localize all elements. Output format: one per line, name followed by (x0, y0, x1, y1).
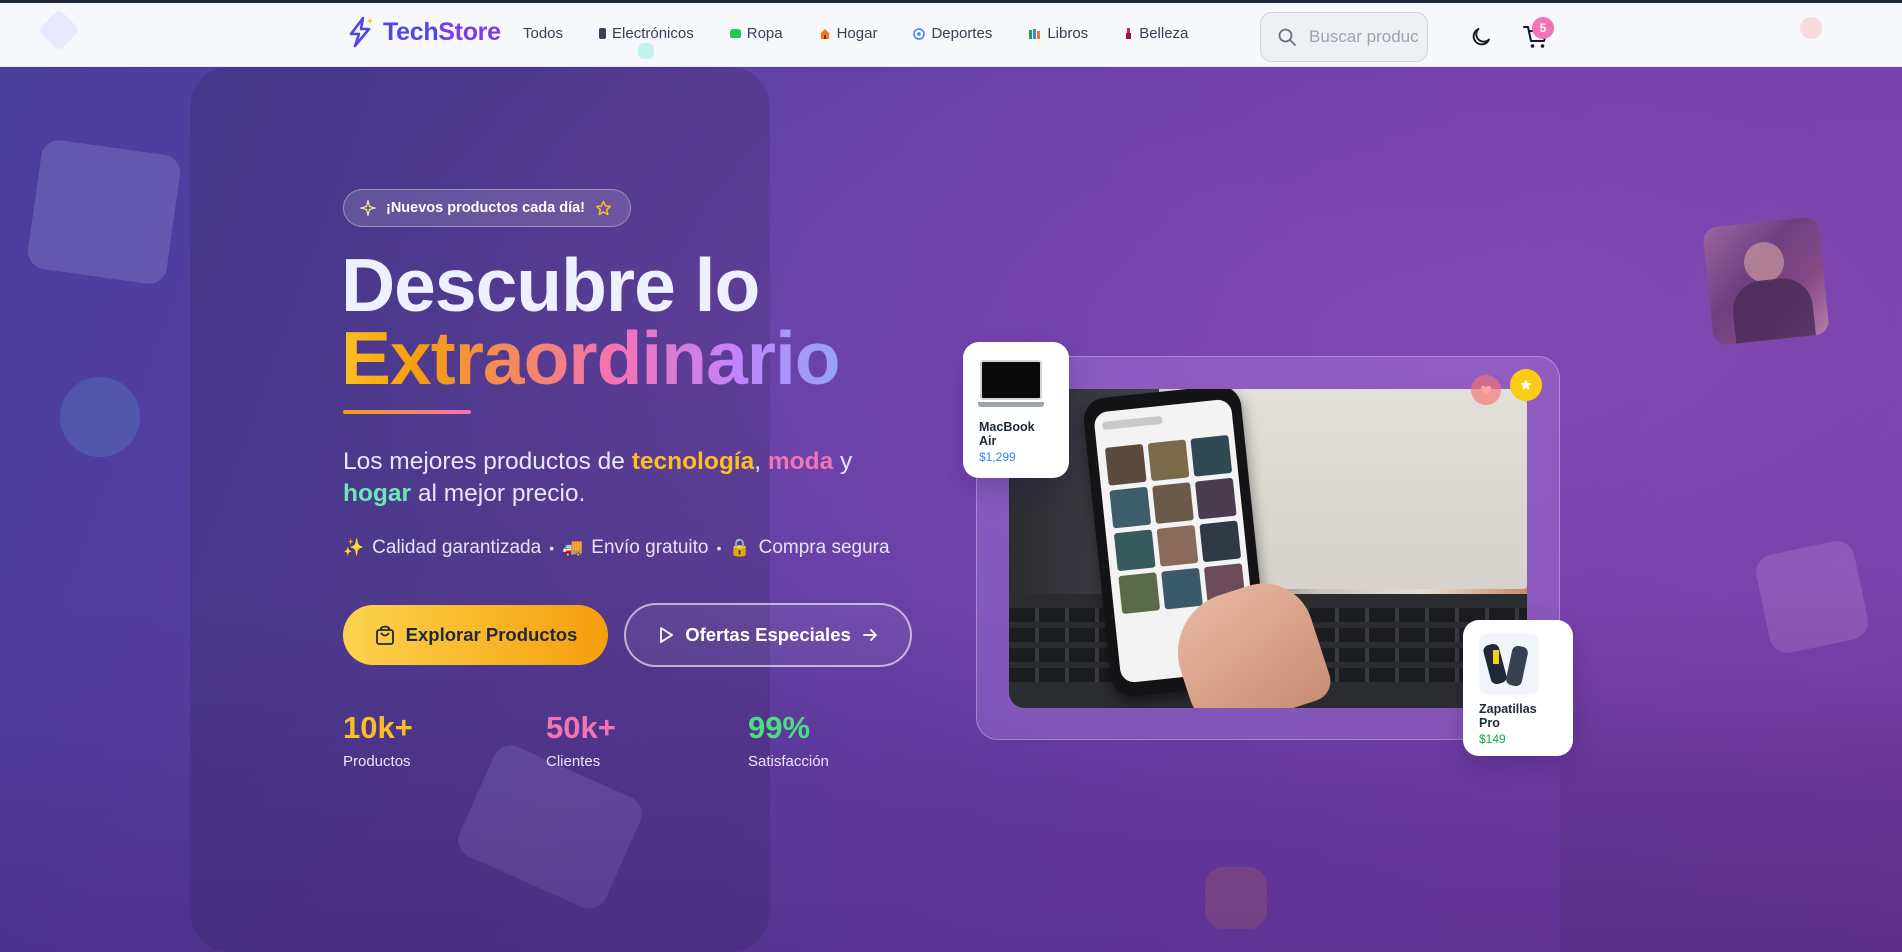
highlight-tecnologia: tecnología (631, 448, 755, 475)
star-icon (1520, 379, 1532, 390)
lightning-bolt-icon (349, 16, 373, 48)
nav-item-label: Ropa (746, 25, 783, 42)
shopping-bag-icon (375, 625, 394, 645)
search-icon (1278, 28, 1296, 46)
nav-item-deportes[interactable]: Deportes (913, 25, 992, 42)
cart-count-badge: 5 (1532, 17, 1554, 39)
moon-icon (1472, 28, 1490, 46)
delivery-truck-icon: 🚚 (562, 538, 584, 557)
star-icon (595, 200, 612, 215)
button-label: Explorar Productos (405, 624, 578, 645)
product-price: $1,299 (979, 450, 1016, 464)
lock-icon: 🔒 (729, 538, 751, 557)
highlight-hogar: hogar (343, 480, 412, 507)
heart-icon (1480, 385, 1492, 395)
top-navbar: TechStore Todos Electrónicos Ropa Hogar … (0, 0, 1902, 67)
nav-item-libros[interactable]: Libros (1028, 25, 1088, 42)
decorative-diamond (37, 8, 81, 52)
product-name: Zapatillas Pro (1479, 702, 1537, 730)
decorative-square (638, 43, 654, 59)
search-input[interactable] (1309, 27, 1419, 47)
stat-label: Productos (343, 753, 411, 770)
nav-item-hogar[interactable]: Hogar (819, 25, 878, 42)
feature-secure: Compra segura (758, 537, 890, 558)
button-label: Ofertas Especiales (685, 624, 851, 645)
photo-gallery-grid (1104, 434, 1246, 615)
shirt-icon (729, 29, 741, 38)
category-nav: Todos Electrónicos Ropa Hogar Deportes L… (523, 25, 1224, 42)
hero-headline-line1: Descubre lo (341, 243, 760, 327)
sneaker-thumbnail (1479, 634, 1539, 694)
sparkles-icon (360, 200, 376, 216)
theme-toggle-button[interactable] (1469, 25, 1493, 49)
nav-item-label: Libros (1047, 25, 1089, 42)
decorative-circle (1800, 17, 1822, 39)
books-icon (1029, 28, 1041, 39)
separator-dot: • (549, 540, 555, 556)
headline-underline (343, 410, 471, 414)
stat-value: 50k+ (546, 710, 616, 745)
hero-section (0, 67, 1902, 952)
play-icon (660, 627, 674, 643)
nav-item-label: Electrónicos (612, 25, 694, 42)
separator-dot: • (716, 540, 722, 556)
nav-item-label: Belleza (1139, 25, 1189, 42)
brand-logo[interactable]: TechStore (343, 15, 501, 49)
nav-item-label: Todos (523, 25, 564, 42)
special-offers-button[interactable]: Ofertas Especiales (624, 603, 912, 667)
stat-products: 10k+ Productos (343, 712, 413, 770)
floating-fashion-photo (1702, 216, 1830, 346)
new-products-badge: ¡Nuevos productos cada día! (343, 189, 632, 227)
stat-value: 99% (748, 710, 811, 745)
stat-clients: 50k+ Clientes (546, 712, 616, 770)
stat-label: Clientes (546, 753, 601, 770)
nav-item-ropa[interactable]: Ropa (729, 25, 783, 42)
sparkles-icon: ✨ (343, 538, 365, 557)
nav-item-todos[interactable]: Todos (523, 25, 563, 42)
product-name: MacBook Air (979, 420, 1035, 448)
hero-product-photo (1009, 389, 1527, 708)
lipstick-icon (1126, 28, 1132, 39)
hero-subtitle: Los mejores productos de tecnología, mod… (343, 448, 853, 507)
search-box (1260, 12, 1428, 62)
soccer-ball-icon (913, 27, 926, 40)
explore-products-button[interactable]: Explorar Productos (343, 605, 608, 665)
badge-text: ¡Nuevos productos cada día! (386, 200, 586, 216)
stat-label: Satisfacción (748, 753, 829, 770)
feature-shipping: Envío gratuito (591, 537, 709, 558)
brand-name: TechStore (383, 17, 501, 46)
nav-item-label: Deportes (931, 25, 993, 42)
stat-satisfaction: 99% Satisfacción (748, 712, 829, 770)
nav-item-belleza[interactable]: Belleza (1124, 25, 1188, 42)
highlight-moda: moda (767, 448, 834, 475)
product-price: $149 (1479, 732, 1506, 746)
hero-headline-line2: Extraordinario (341, 316, 841, 400)
phone-icon (599, 28, 607, 39)
laptop-thumbnail (978, 360, 1044, 412)
nav-item-label: Hogar (836, 25, 878, 42)
feature-quality: Calidad garantizada (372, 537, 542, 558)
nav-item-electronicos[interactable]: Electrónicos (599, 25, 694, 42)
arrow-right-icon (862, 629, 877, 641)
feature-list: ✨ Calidad garantizada • 🚚 Envío gratuito… (343, 537, 890, 559)
stat-value: 10k+ (343, 710, 413, 745)
featured-star-badge (1510, 369, 1542, 401)
favorite-heart-button[interactable] (1471, 375, 1501, 405)
model-body (1730, 275, 1817, 346)
product-card-macbook[interactable]: MacBook Air $1,299 (963, 342, 1069, 478)
house-icon (819, 28, 830, 39)
hero-overlay (0, 67, 1902, 952)
product-card-zapatillas[interactable]: Zapatillas Pro $149 (1463, 620, 1573, 756)
